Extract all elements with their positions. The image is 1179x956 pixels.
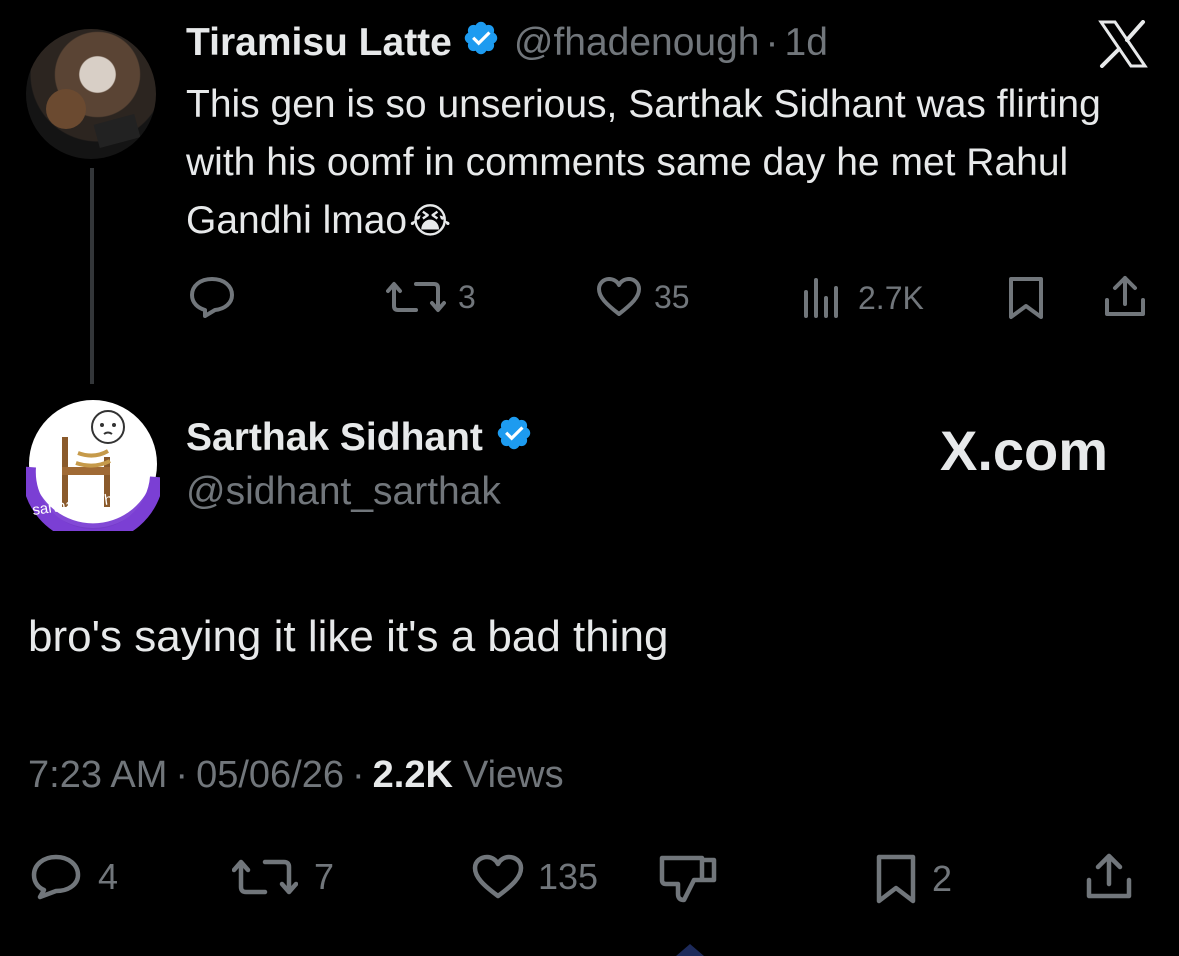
main-avatar[interactable]: sarthak sidhant	[21, 397, 164, 544]
main-bookmark-count: 2	[932, 858, 953, 899]
like-button[interactable]: 35	[596, 276, 690, 318]
parent-time-ago[interactable]: 1d	[785, 21, 828, 65]
parent-repost-count: 3	[458, 278, 476, 315]
parent-like-count: 35	[654, 278, 690, 315]
parent-tweet-text: This gen is so unserious, Sarthak Sidhan…	[186, 76, 1146, 251]
main-repost-count: 7	[314, 856, 335, 897]
x-logo-icon[interactable]	[1098, 20, 1148, 68]
reply-icon	[31, 854, 81, 900]
tweet-meta: 7:23 AM · 05/06/26 · 2.2K Views	[28, 754, 564, 797]
main-like-count: 135	[538, 856, 599, 897]
bookmark-icon	[876, 854, 916, 904]
reply-button[interactable]: 4	[30, 854, 118, 900]
tab-indicator	[676, 944, 704, 956]
main-header: Sarthak Sidhant	[186, 412, 533, 464]
share-icon	[1105, 276, 1145, 316]
parent-handle[interactable]: @fhadenough	[514, 21, 760, 65]
main-reply-count: 4	[98, 856, 119, 897]
views-button[interactable]: 2.7K	[802, 278, 924, 318]
x-com-watermark: X.com	[940, 419, 1109, 482]
main-handle[interactable]: @sidhant_sarthak	[186, 470, 501, 514]
reply-button[interactable]	[188, 276, 236, 318]
bookmark-button[interactable]: 2	[874, 854, 952, 904]
heart-icon	[472, 854, 524, 899]
share-button[interactable]	[1084, 852, 1134, 902]
repost-icon	[386, 282, 446, 312]
share-button[interactable]	[1102, 274, 1148, 320]
meta-dot-2: ·	[352, 754, 365, 796]
repost-icon	[232, 859, 298, 895]
tweet-date[interactable]: 05/06/26	[196, 754, 344, 797]
header-dot: ·	[765, 21, 779, 64]
reply-icon	[190, 277, 234, 318]
parent-text-body: This gen is so unserious, Sarthak Sidhan…	[186, 83, 1101, 242]
bookmark-icon	[1009, 277, 1043, 319]
views-icon	[804, 278, 838, 318]
repost-button[interactable]: 3	[386, 278, 476, 316]
main-tweet-text: bro's saying it like it's a bad thing	[28, 612, 669, 661]
views-label[interactable]: Views	[463, 754, 564, 797]
main-author-name[interactable]: Sarthak Sidhant	[186, 416, 483, 460]
parent-avatar[interactable]	[26, 29, 156, 159]
like-button[interactable]: 135	[472, 854, 598, 900]
verified-badge-icon	[495, 414, 533, 462]
meta-dot-1: ·	[175, 754, 189, 796]
tweet-time[interactable]: 7:23 AM	[28, 754, 167, 797]
loudly-crying-emoji: 😭	[409, 201, 452, 242]
thread-line	[90, 168, 94, 384]
bookmark-button[interactable]	[1006, 276, 1046, 320]
parent-header: Tiramisu Latte @fhadenough · 1d	[186, 18, 828, 68]
views-count[interactable]: 2.2K	[373, 754, 453, 797]
dislike-icon	[659, 855, 717, 903]
parent-views-count: 2.7K	[858, 279, 924, 316]
parent-author-name[interactable]: Tiramisu Latte	[186, 21, 452, 65]
repost-button[interactable]: 7	[232, 856, 334, 898]
dislike-button[interactable]	[658, 854, 718, 904]
heart-icon	[597, 277, 641, 316]
share-icon	[1086, 853, 1132, 899]
verified-badge-icon	[462, 19, 500, 67]
